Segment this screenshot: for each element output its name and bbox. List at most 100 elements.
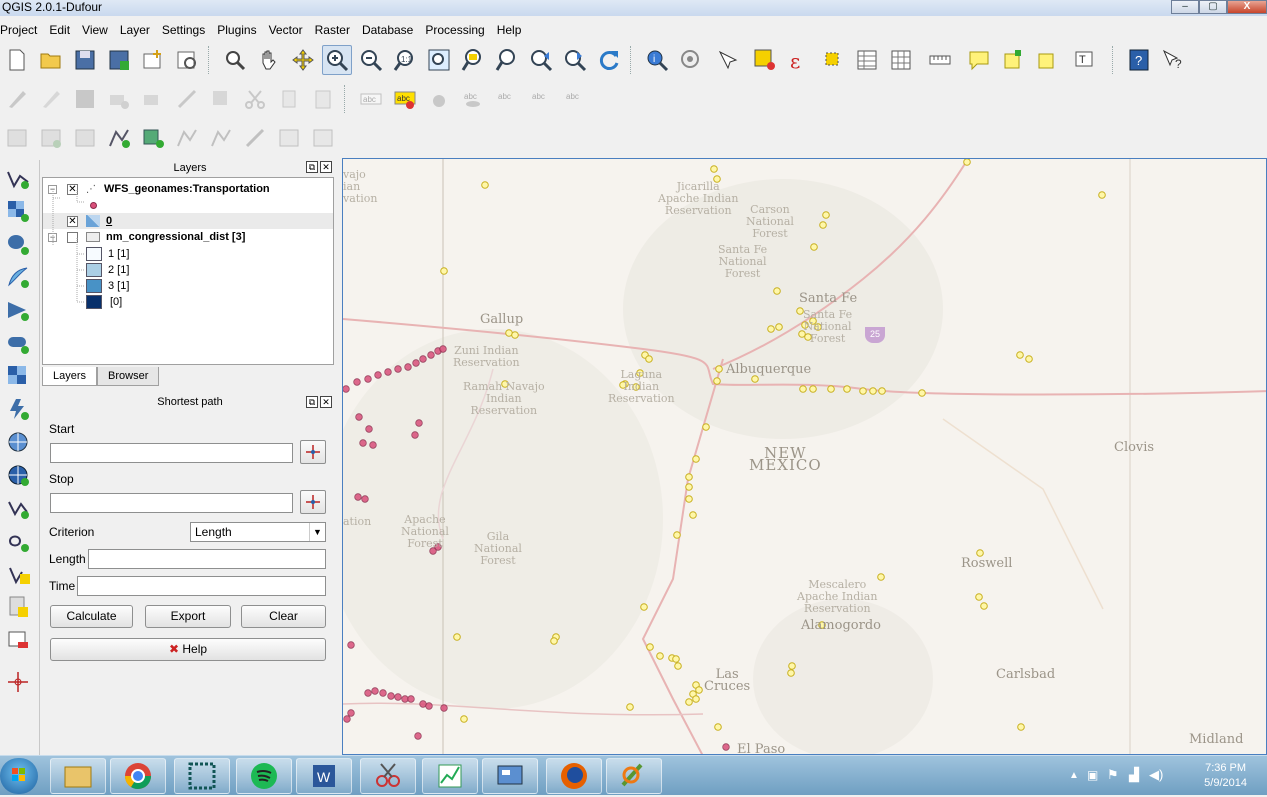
menu-project[interactable]: Project [0,19,43,41]
pan-map-icon[interactable] [288,45,318,75]
word-app[interactable]: W [296,758,352,794]
menu-settings[interactable]: Settings [156,19,211,41]
layer-visibility-checkbox[interactable]: ✕ [67,183,78,195]
add-gpx-layer-icon[interactable] [3,493,33,523]
snipping-app[interactable] [360,758,416,794]
field-calculator-icon[interactable] [886,45,916,75]
close-panel-button[interactable]: ✕ [320,161,332,173]
label-preview-icon[interactable]: abc [458,84,488,114]
layer-tree[interactable]: − ✕ ⋰ WFS_geonames:Transportation ✕ 0 − … [42,177,334,365]
chart-app[interactable] [422,758,478,794]
zoom-to-layer-icon[interactable] [458,45,488,75]
delete-selected-icon[interactable] [206,84,236,114]
length-field[interactable] [88,549,326,569]
menu-processing[interactable]: Processing [419,19,490,41]
new-project-icon[interactable] [2,45,32,75]
start-button[interactable] [0,758,38,794]
clock[interactable]: 7:36 PM 5/9/2014 [1204,761,1247,791]
reshape-icon[interactable] [240,123,270,153]
start-capture-button[interactable] [300,440,326,464]
map-canvas[interactable]: Jicarilla Apache Indian Reservation Cars… [342,158,1267,755]
menu-view[interactable]: View [76,19,114,41]
explorer-app[interactable] [50,758,106,794]
add-ring-icon[interactable] [104,123,134,153]
select-features-icon[interactable] [710,45,746,75]
spotify-app[interactable] [236,758,292,794]
offset-curve-icon[interactable] [274,123,304,153]
refresh-icon[interactable] [594,45,624,75]
help-button[interactable]: ✖ Help [50,638,326,661]
undo-icon[interactable] [2,123,32,153]
add-mssql-layer-icon[interactable] [3,295,33,325]
node-tool-icon[interactable] [172,84,202,114]
show-bookmarks-icon[interactable] [1032,45,1062,75]
collapse-toggle[interactable]: − [48,232,57,242]
tray-device-icon[interactable]: ▣ [1087,768,1098,782]
tab-layers[interactable]: Layers [42,367,98,386]
start-input[interactable] [50,443,293,463]
clear-button[interactable]: Clear [241,605,326,628]
add-feature-icon[interactable] [104,84,134,114]
cut-features-icon[interactable] [240,84,270,114]
split-features-icon[interactable] [308,123,338,153]
select-by-value-icon[interactable] [818,45,848,75]
text-annotation-icon[interactable]: T [1066,45,1106,75]
copy-features-icon[interactable] [274,84,304,114]
add-postgis-layer-icon[interactable] [3,229,33,259]
zoom-out-icon[interactable] [356,45,386,75]
add-point-icon[interactable] [3,667,33,697]
criterion-select[interactable]: Length ▼ [190,522,326,542]
new-shapefile-layer-icon[interactable] [3,559,37,589]
delete-part-icon[interactable] [206,123,236,153]
layer-row[interactable]: − ✕ ⋰ WFS_geonames:Transportation [48,181,270,197]
layer-labeling-icon[interactable]: abc [356,84,386,114]
new-print-composer-icon[interactable] [138,45,168,75]
add-geometry-layer-icon[interactable] [3,526,33,556]
help-contents-icon[interactable]: ? [1124,45,1154,75]
layer-name[interactable]: WFS_geonames:Transportation [104,183,270,195]
layer-name[interactable]: nm_congressional_dist [3] [106,231,245,243]
float-panel-button[interactable]: ⧉ [306,396,318,408]
expression-select-icon[interactable]: ε [784,45,814,75]
close-button[interactable]: X [1227,0,1267,14]
toggle-editing-icon[interactable] [36,84,66,114]
layer-visibility-checkbox[interactable] [67,231,78,243]
zoom-in-icon[interactable] [322,45,352,75]
tray-expand-icon[interactable]: ▲ [1069,770,1079,781]
add-wcs-layer-icon[interactable] [3,427,33,457]
pan-to-selection-icon[interactable] [220,45,250,75]
zoom-next-icon[interactable] [560,45,590,75]
control-panel-app[interactable] [482,758,538,794]
chrome-app[interactable] [110,758,166,794]
layer-name[interactable]: 0 [106,215,112,227]
firefox-app[interactable] [546,758,602,794]
zoom-native-icon[interactable]: 1:1 [390,45,420,75]
remove-layer-icon[interactable] [3,625,33,655]
measure-line-icon[interactable] [920,45,960,75]
tab-browser[interactable]: Browser [97,367,160,386]
whats-this-icon[interactable]: ? [1158,45,1188,75]
deselect-icon[interactable] [750,45,780,75]
maximize-button[interactable]: ▢ [1199,0,1227,14]
attribute-table-icon[interactable] [852,45,882,75]
layer-row[interactable]: − nm_congressional_dist [3] [48,229,245,245]
layer-row-selected[interactable]: ✕ 0 [43,213,333,229]
add-spatialite-layer-icon[interactable] [3,262,33,292]
identify-icon[interactable]: i [642,45,672,75]
minimize-button[interactable]: – [1171,0,1199,14]
redo-icon[interactable] [36,123,66,153]
menu-plugins[interactable]: Plugins [211,19,262,41]
save-as-icon[interactable] [104,45,134,75]
action-center-flag-icon[interactable]: ⚑ [1107,767,1119,783]
app-grid[interactable] [174,758,230,794]
move-feature-icon[interactable] [138,84,168,114]
add-vector-layer-icon[interactable] [3,163,33,193]
export-button[interactable]: Export [145,605,231,628]
pan-hand-icon[interactable] [254,45,284,75]
menu-help[interactable]: Help [491,19,528,41]
add-wms-layer-icon[interactable] [3,361,33,391]
add-raster-layer-icon[interactable] [3,196,33,226]
new-bookmark-icon[interactable] [998,45,1028,75]
delete-ring-icon[interactable] [172,123,202,153]
calculate-button[interactable]: Calculate [50,605,133,628]
